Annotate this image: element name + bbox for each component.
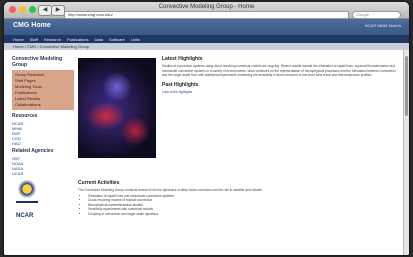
past-highlights-title: Past Highlights [162, 81, 199, 88]
sidebar-heading: Convective Modeling Group [12, 56, 63, 68]
site-name[interactable]: CMG Home [13, 22, 51, 29]
current-activities: Current Activities The Convective Modeli… [78, 178, 399, 217]
browser-window: ◀ ▶ Convective Modeling Group - Home htt… [4, 2, 409, 255]
ucar-logo[interactable] [18, 180, 36, 198]
logo-caption: NCAR [16, 213, 34, 219]
address-bar[interactable]: http://www.cmg.ucar.edu/ [64, 11, 349, 19]
title-bar: ◀ ▶ Convective Modeling Group - Home htt… [4, 2, 409, 19]
search-input[interactable]: Google [352, 11, 401, 19]
storm-simulation-image [78, 58, 156, 158]
scrollbar[interactable] [403, 50, 409, 255]
resource-link[interactable]: HAO [12, 141, 74, 146]
site-header: CMG Home NCAR MMM Search Home Staff Resear… [4, 19, 409, 43]
menu-item[interactable]: Research [44, 37, 61, 42]
window-title: Convective Modeling Group - Home [158, 4, 255, 10]
sidebar-item[interactable]: Collaborations [15, 102, 71, 108]
main-menu: Home Staff Research Publications Data Softwar… [4, 35, 409, 43]
menu-item[interactable]: Software [109, 37, 125, 42]
related-list: NSF NOAA NASA UCAR [12, 156, 74, 176]
menu-item[interactable]: Data [95, 37, 103, 42]
scrollbar-thumb[interactable] [405, 56, 408, 116]
latest-highlights-text: Studies of convective systems using clou… [162, 64, 396, 78]
menu-item[interactable]: Links [131, 37, 140, 42]
activity-item[interactable]: Coupling of convection and larger-scale … [88, 212, 399, 217]
past-highlights-link[interactable]: Look at the highlights [162, 90, 399, 95]
activities-list: Simulation of squall lines and mesoscale… [88, 194, 399, 217]
sidebar-nav-box: Group Research Staff Pages Modeling Tools P… [12, 70, 74, 110]
menu-item[interactable]: Home [13, 37, 24, 42]
top-links[interactable]: NCAR MMM Search [365, 23, 401, 28]
menu-item[interactable]: Publications [67, 37, 89, 42]
current-activities-text: The Convective Modeling Group conducts r… [78, 188, 263, 192]
current-activities-title: Current Activities [78, 180, 120, 186]
nsf-logo[interactable] [16, 201, 38, 213]
menu-item[interactable]: Staff [30, 37, 38, 42]
main-column: Latest Highlights Studies of convective … [162, 54, 399, 94]
page-content: Convective Modeling Group Group Research… [4, 50, 409, 255]
resources-heading: Resources [12, 113, 38, 119]
resources-list: NCAR MMM RAP CGD HAO [12, 121, 74, 146]
sidebar: Convective Modeling Group Group Research… [12, 54, 74, 255]
related-heading: Related Agencies [12, 148, 54, 154]
related-link[interactable]: UCAR [12, 171, 74, 176]
latest-highlights-title: Latest Highlights [162, 56, 203, 62]
